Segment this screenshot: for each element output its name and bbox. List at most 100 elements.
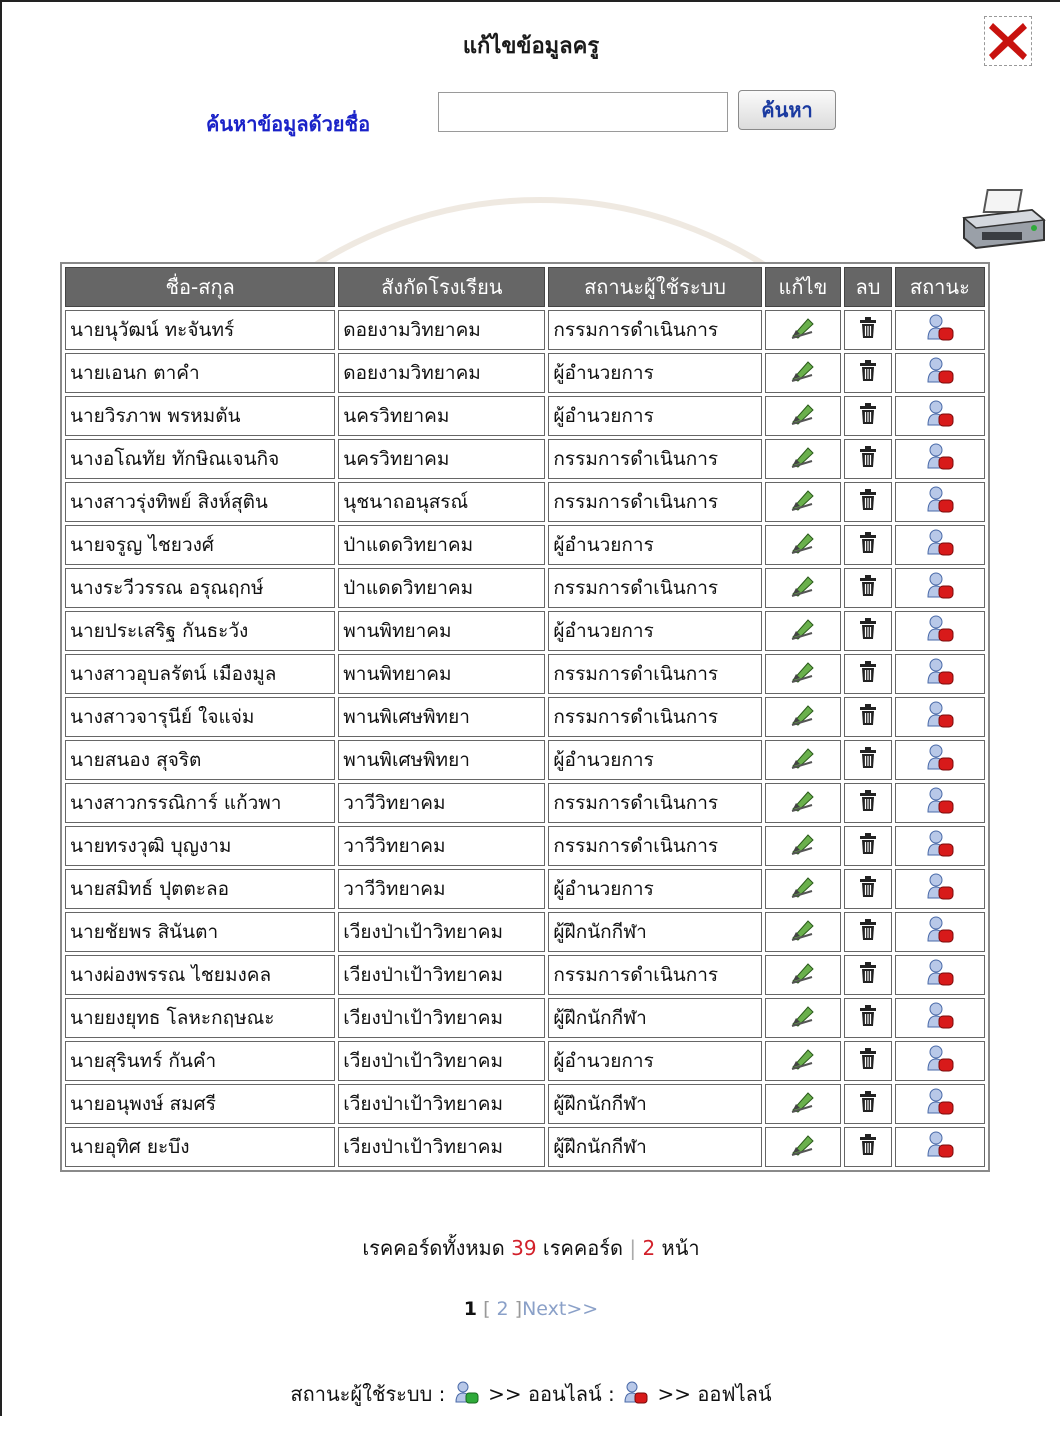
search-input[interactable] xyxy=(438,92,728,132)
trash-icon[interactable] xyxy=(858,1133,878,1161)
trash-icon[interactable] xyxy=(858,875,878,903)
cell-status xyxy=(894,482,985,522)
cell-role: ผู้อำนวยการ xyxy=(548,525,762,565)
user-offline-icon[interactable] xyxy=(925,829,955,864)
summary-separator: | xyxy=(629,1236,637,1260)
cell-delete xyxy=(844,310,892,350)
trash-icon[interactable] xyxy=(858,789,878,817)
user-offline-icon[interactable] xyxy=(925,356,955,391)
table-row: นางอโณทัย ทักษิณเจนกิจ นครวิทยาคม กรรมการด… xyxy=(65,439,985,479)
trash-icon[interactable] xyxy=(858,359,878,387)
user-offline-icon[interactable] xyxy=(925,1130,955,1165)
edit-pencil-icon[interactable] xyxy=(790,703,816,732)
table-row: นางผ่องพรรณ ไชยมงคล เวียงป่าเป้าวิทยาคม กร… xyxy=(65,955,985,995)
cell-delete xyxy=(844,1127,892,1167)
table-row: นายสนอง สุจริต พานพิเศษพิทยา ผู้อำนวยการ xyxy=(65,740,985,780)
user-offline-icon[interactable] xyxy=(925,313,955,348)
edit-pencil-icon[interactable] xyxy=(790,918,816,947)
next-page-link[interactable]: Next>> xyxy=(522,1298,598,1320)
cell-delete xyxy=(844,568,892,608)
trash-icon[interactable] xyxy=(858,531,878,559)
user-offline-icon[interactable] xyxy=(925,872,955,907)
cell-delete xyxy=(844,654,892,694)
column-header-name: ชื่อ-สกุล xyxy=(65,267,336,307)
edit-pencil-icon[interactable] xyxy=(790,359,816,388)
cell-edit xyxy=(764,697,842,737)
user-offline-icon[interactable] xyxy=(925,1001,955,1036)
trash-icon[interactable] xyxy=(858,445,878,473)
trash-icon[interactable] xyxy=(858,574,878,602)
cell-name: นางอโณทัย ทักษิณเจนกิจ xyxy=(65,439,336,479)
cell-status xyxy=(894,1041,985,1081)
close-button[interactable] xyxy=(984,16,1032,66)
trash-icon[interactable] xyxy=(858,660,878,688)
user-online-icon xyxy=(454,1380,480,1411)
table-row: นางสาวอุบลรัตน์ เมืองมูล พานพิทยาคม กรรมกา… xyxy=(65,654,985,694)
cell-name: นายยงยุทธ โลหะกฤษณะ xyxy=(65,998,336,1038)
user-offline-icon[interactable] xyxy=(925,442,955,477)
user-offline-icon[interactable] xyxy=(925,614,955,649)
legend-offline-text: >> ออฟไลน์ xyxy=(657,1382,772,1406)
user-offline-icon[interactable] xyxy=(925,958,955,993)
cell-edit xyxy=(764,1084,842,1124)
trash-icon[interactable] xyxy=(858,1047,878,1075)
edit-pencil-icon[interactable] xyxy=(790,875,816,904)
cell-name: นางระวีวรรณ อรุณฤกษ์ xyxy=(65,568,336,608)
edit-pencil-icon[interactable] xyxy=(790,660,816,689)
user-offline-icon[interactable] xyxy=(925,657,955,692)
edit-pencil-icon[interactable] xyxy=(790,617,816,646)
trash-icon[interactable] xyxy=(858,1004,878,1032)
trash-icon[interactable] xyxy=(858,703,878,731)
user-offline-icon[interactable] xyxy=(925,786,955,821)
print-button[interactable] xyxy=(960,188,1046,252)
user-offline-icon[interactable] xyxy=(925,1087,955,1122)
edit-pencil-icon[interactable] xyxy=(790,789,816,818)
edit-pencil-icon[interactable] xyxy=(790,1090,816,1119)
cell-name: นายเอนก ตาคำ xyxy=(65,353,336,393)
edit-pencil-icon[interactable] xyxy=(790,316,816,345)
user-offline-icon[interactable] xyxy=(925,485,955,520)
cell-delete xyxy=(844,439,892,479)
edit-pencil-icon[interactable] xyxy=(790,1047,816,1076)
cell-role: กรรมการดำเนินการ xyxy=(548,697,762,737)
cell-edit xyxy=(764,912,842,952)
edit-pencil-icon[interactable] xyxy=(790,574,816,603)
cell-status xyxy=(894,912,985,952)
user-offline-icon[interactable] xyxy=(925,700,955,735)
user-offline-icon[interactable] xyxy=(925,399,955,434)
cell-delete xyxy=(844,611,892,651)
user-offline-icon[interactable] xyxy=(925,528,955,563)
cell-name: นายอนุพงษ์ สมศรี xyxy=(65,1084,336,1124)
edit-pencil-icon[interactable] xyxy=(790,445,816,474)
trash-icon[interactable] xyxy=(858,918,878,946)
trash-icon[interactable] xyxy=(858,961,878,989)
user-offline-icon[interactable] xyxy=(925,915,955,950)
cell-delete xyxy=(844,482,892,522)
page-2-link[interactable]: 2 xyxy=(497,1298,509,1320)
cell-role: กรรมการดำเนินการ xyxy=(548,955,762,995)
edit-pencil-icon[interactable] xyxy=(790,832,816,861)
edit-pencil-icon[interactable] xyxy=(790,961,816,990)
user-offline-icon[interactable] xyxy=(925,1044,955,1079)
trash-icon[interactable] xyxy=(858,617,878,645)
user-offline-icon[interactable] xyxy=(925,743,955,778)
trash-icon[interactable] xyxy=(858,746,878,774)
cell-role: ผู้อำนวยการ xyxy=(548,740,762,780)
table-row: นายเอนก ตาคำ ดอยงามวิทยาคม ผู้อำนวยการ xyxy=(65,353,985,393)
trash-icon[interactable] xyxy=(858,402,878,430)
edit-pencil-icon[interactable] xyxy=(790,1004,816,1033)
trash-icon[interactable] xyxy=(858,488,878,516)
search-button[interactable]: ค้นหา xyxy=(738,90,836,130)
edit-pencil-icon[interactable] xyxy=(790,1133,816,1162)
edit-pencil-icon[interactable] xyxy=(790,488,816,517)
trash-icon[interactable] xyxy=(858,1090,878,1118)
record-summary: เรคคอร์ดทั้งหมด 39 เรคคอร์ด | 2 หน้า xyxy=(0,1232,1062,1264)
trash-icon[interactable] xyxy=(858,316,878,344)
user-offline-icon[interactable] xyxy=(925,571,955,606)
trash-icon[interactable] xyxy=(858,832,878,860)
edit-pencil-icon[interactable] xyxy=(790,746,816,775)
edit-pencil-icon[interactable] xyxy=(790,531,816,560)
cell-edit xyxy=(764,869,842,909)
cell-role: กรรมการดำเนินการ xyxy=(548,439,762,479)
edit-pencil-icon[interactable] xyxy=(790,402,816,431)
